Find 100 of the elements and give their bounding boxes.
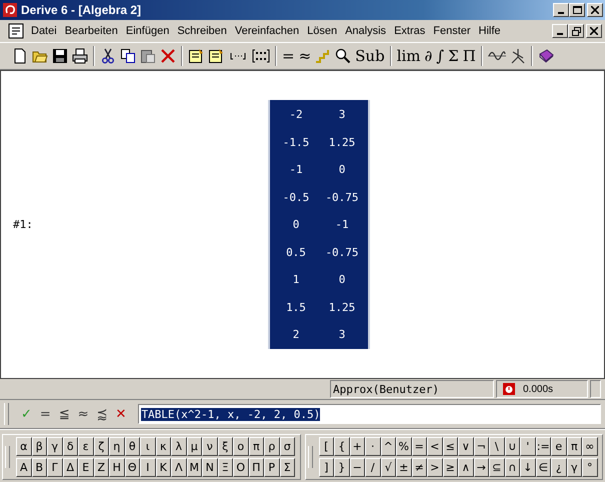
symbol-key[interactable]: Π xyxy=(248,458,264,477)
symbol-key[interactable]: ∨ xyxy=(458,437,474,456)
toolbar-button[interactable]: ∂ xyxy=(424,48,432,64)
symbol-key[interactable]: ε xyxy=(78,437,94,456)
delete-icon[interactable] xyxy=(160,48,176,64)
symbol-key[interactable]: Ο xyxy=(233,458,248,477)
toolbar-button[interactable]: Σ xyxy=(448,48,459,64)
symbol-key[interactable]: ι xyxy=(140,437,156,456)
toolbar-button[interactable]: ≈ xyxy=(298,48,312,64)
symbol-key[interactable]: % xyxy=(396,437,412,456)
toolbar-button[interactable]: Sub xyxy=(355,48,385,64)
symbol-key[interactable]: σ xyxy=(280,437,295,456)
symbol-key[interactable]: · xyxy=(365,437,380,456)
toolbar-button[interactable]: = xyxy=(282,48,295,64)
symbol-key[interactable]: Α xyxy=(16,458,32,477)
symbol-key[interactable]: Ι xyxy=(140,458,156,477)
symbol-key[interactable]: { xyxy=(334,437,350,456)
menu-item[interactable]: Vereinfachen xyxy=(230,25,304,37)
symbol-key[interactable]: π xyxy=(248,437,264,456)
document-icon[interactable] xyxy=(8,23,24,39)
symbol-key[interactable]: ] xyxy=(318,458,334,477)
symbol-key[interactable]: Γ xyxy=(47,458,62,477)
symbol-key[interactable]: ∈ xyxy=(536,458,551,477)
entry-button[interactable]: = xyxy=(38,406,53,422)
symbol-key[interactable]: ∩ xyxy=(504,458,520,477)
symbol-key[interactable]: Μ xyxy=(186,458,202,477)
matrix-icon[interactable] xyxy=(252,48,270,64)
symbol-key[interactable]: ' xyxy=(520,437,536,456)
note-icon[interactable] xyxy=(188,48,204,64)
symbol-key[interactable]: ¬ xyxy=(474,437,489,456)
symbol-key[interactable]: < xyxy=(427,437,442,456)
maximize-button[interactable] xyxy=(569,3,585,17)
symbol-key[interactable]: = xyxy=(412,437,427,456)
symbol-key[interactable]: Ρ xyxy=(264,458,280,477)
symbol-key[interactable]: Ξ xyxy=(218,458,233,477)
symbol-key[interactable]: Κ xyxy=(156,458,171,477)
toolbar-button[interactable]: ∫ xyxy=(436,48,444,64)
axes-icon[interactable] xyxy=(510,48,526,64)
symbol-key[interactable]: π xyxy=(566,437,582,456)
symbol-key[interactable]: ¿ xyxy=(551,458,566,477)
symbol-key[interactable]: μ xyxy=(186,437,202,456)
symbol-key[interactable]: := xyxy=(536,437,551,456)
toolbar-button[interactable]: Π xyxy=(462,48,476,64)
entry-button[interactable]: ≈ xyxy=(76,406,91,422)
symbol-key[interactable]: Δ xyxy=(62,458,78,477)
symbol-key[interactable]: ξ xyxy=(218,437,233,456)
close-button[interactable] xyxy=(586,24,602,38)
symbol-key[interactable]: ∪ xyxy=(504,437,520,456)
entry-button[interactable]: ⪷ xyxy=(94,406,110,422)
symbol-key[interactable]: [ xyxy=(318,437,334,456)
symbol-key[interactable]: / xyxy=(365,458,380,477)
symbol-key[interactable]: Ν xyxy=(202,458,218,477)
book-icon[interactable] xyxy=(538,48,554,64)
symbol-key[interactable]: Λ xyxy=(171,458,186,477)
symbol-key[interactable]: ρ xyxy=(264,437,280,456)
symbol-key[interactable]: ⊆ xyxy=(489,458,504,477)
symbol-key[interactable]: λ xyxy=(171,437,186,456)
close-button[interactable] xyxy=(587,3,603,17)
menu-item[interactable]: Bearbeiten xyxy=(60,25,122,37)
menu-item[interactable]: Einfügen xyxy=(122,25,174,37)
symbol-key[interactable]: ≤ xyxy=(442,437,458,456)
menu-item[interactable]: Datei xyxy=(27,25,61,37)
symbol-key[interactable]: ≠ xyxy=(412,458,427,477)
entry-button[interactable]: ✕ xyxy=(114,406,128,422)
menu-item[interactable]: Analysis xyxy=(341,25,390,37)
symbol-key[interactable]: Σ xyxy=(280,458,295,477)
symbol-key[interactable]: + xyxy=(350,437,365,456)
symbol-key[interactable]: − xyxy=(350,458,365,477)
symbol-key[interactable]: α xyxy=(16,437,32,456)
symbol-key[interactable]: η xyxy=(109,437,124,456)
restore-button[interactable] xyxy=(568,24,584,38)
menu-item[interactable]: Schreiben xyxy=(173,25,231,37)
symbol-key[interactable]: ∞ xyxy=(582,437,598,456)
minimize-button[interactable] xyxy=(553,3,569,17)
symbol-key[interactable]: ∧ xyxy=(458,458,474,477)
symbol-key[interactable]: ≥ xyxy=(442,458,458,477)
symbol-key[interactable]: Ε xyxy=(78,458,94,477)
symbol-key[interactable]: ο xyxy=(233,437,248,456)
symbol-key[interactable]: ± xyxy=(396,458,412,477)
symbol-key[interactable]: δ xyxy=(62,437,78,456)
entry-button[interactable]: ≦ xyxy=(56,406,72,422)
note-icon[interactable] xyxy=(208,48,224,64)
symbol-key[interactable]: e xyxy=(551,437,566,456)
toolbar-button[interactable]: lim xyxy=(396,48,421,64)
menu-item[interactable]: Lösen xyxy=(303,25,342,37)
symbol-key[interactable]: Β xyxy=(32,458,47,477)
menu-item[interactable]: Hilfe xyxy=(474,25,505,37)
scissors-icon[interactable] xyxy=(100,48,116,64)
symbol-key[interactable]: γ xyxy=(47,437,62,456)
result-matrix[interactable]: -2 3 -1.5 1.25 -1 0 -0.5 -0.75 0 -1 0.5 -0.75 1 0 1.5 1.25 2 3 xyxy=(268,100,370,350)
symbol-key[interactable]: ^ xyxy=(380,437,396,456)
symbol-key[interactable]: ν xyxy=(202,437,218,456)
symbol-key[interactable]: γ xyxy=(566,458,582,477)
symbol-key[interactable]: ° xyxy=(582,458,598,477)
symbol-key[interactable]: \ xyxy=(489,437,504,456)
new-document-icon[interactable] xyxy=(12,48,28,64)
symbol-key[interactable]: } xyxy=(334,458,350,477)
copy-icon[interactable] xyxy=(120,48,136,64)
symbol-key[interactable]: Ζ xyxy=(94,458,109,477)
printer-icon[interactable] xyxy=(72,48,88,64)
